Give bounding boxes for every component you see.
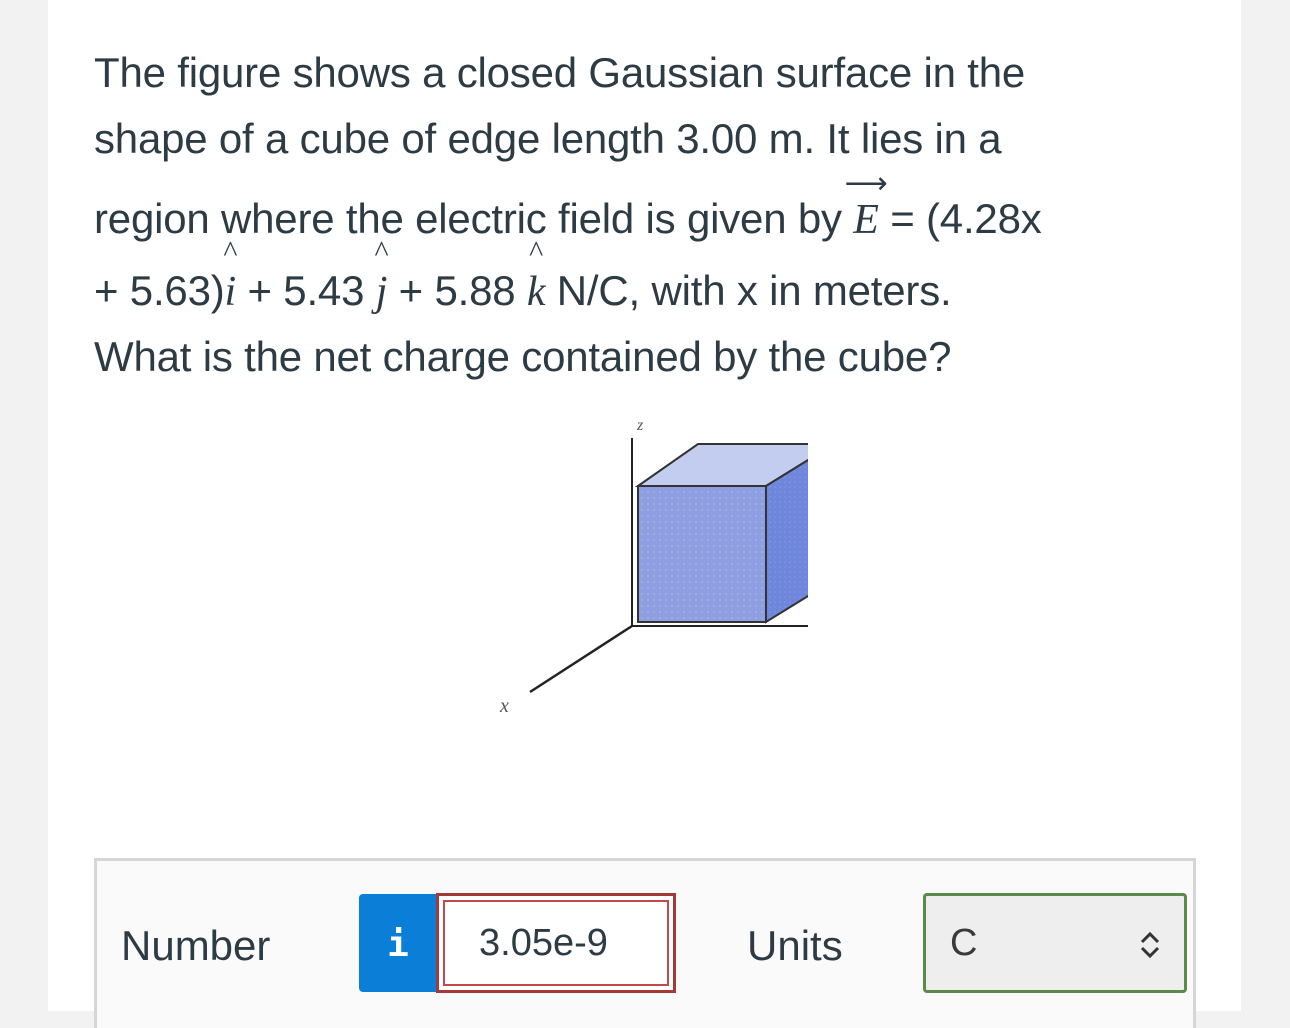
up-down-chevron-icon — [1140, 931, 1160, 959]
electric-field-vector: ⟶ E — [845, 169, 888, 243]
x-axis-line — [529, 624, 633, 694]
electric-field-symbol: E — [853, 197, 879, 243]
unit-vector-k: ^ k — [526, 237, 546, 315]
units-select[interactable]: C — [923, 893, 1187, 993]
z-axis-label: z — [636, 417, 644, 434]
question-line-2: shape of a cube of edge length 3.00 m. I… — [94, 115, 1002, 162]
question-line-4: + 5.63) ^ i + 5.43 ^ j + 5.88 ^ k N/C, with … — [94, 237, 952, 315]
cube-front-face — [637, 485, 767, 623]
x-axis-label: x — [499, 695, 509, 717]
vector-arrow-icon: ⟶ — [844, 166, 888, 201]
number-label: Number — [121, 922, 271, 969]
unit-vector-j-symbol: j — [375, 269, 388, 315]
unit-vector-i-symbol: i — [224, 269, 237, 315]
coefficient-y: + 5.43 — [236, 267, 376, 314]
unit-vector-k-symbol: k — [526, 269, 546, 315]
unit-vector-i: ^ i — [223, 237, 237, 315]
gaussian-cube-figure: z y x — [499, 417, 808, 717]
coefficient-z: + 5.88 — [387, 267, 527, 314]
answer-panel: Number i 3.05e-9 Units C — [94, 858, 1196, 1028]
units-label: Units — [747, 922, 843, 969]
units-selected-value: C — [950, 921, 978, 964]
number-input-value[interactable]: 3.05e-9 — [443, 900, 669, 986]
question-card: The figure shows a closed Gaussian surfa… — [48, 0, 1241, 1028]
hat-icon: ^ — [529, 235, 544, 268]
hat-icon: ^ — [223, 235, 238, 268]
units-sentence: N/C, with x in meters. — [545, 267, 952, 314]
number-input[interactable]: 3.05e-9 — [436, 893, 676, 993]
coefficient-x: + 5.63) — [94, 267, 225, 314]
info-button[interactable]: i — [359, 894, 437, 992]
question-line-5: What is the net charge contained by the … — [94, 333, 952, 380]
question-line-1: The figure shows a closed Gaussian surfa… — [94, 49, 1026, 96]
unit-vector-j: ^ j — [374, 237, 388, 315]
hat-icon: ^ — [374, 235, 389, 268]
question-line-3-suffix: = (4.28x — [878, 195, 1042, 242]
question-line-3-prefix: region where the electric field is given… — [94, 195, 854, 242]
